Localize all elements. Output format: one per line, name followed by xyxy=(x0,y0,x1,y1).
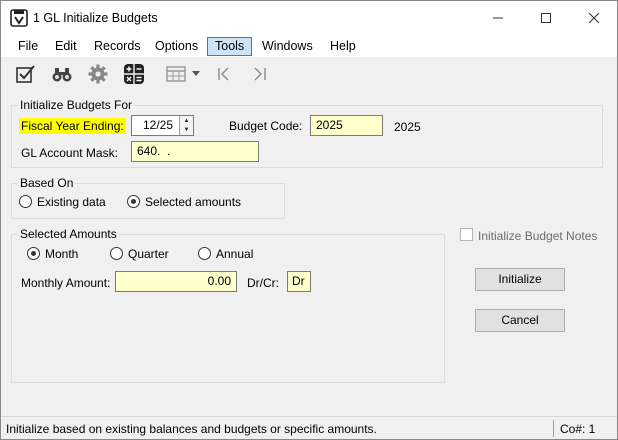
account-mask-label: GL Account Mask: xyxy=(21,146,118,160)
status-message: Initialize based on existing balances an… xyxy=(6,422,377,436)
last-record-button[interactable] xyxy=(247,61,273,87)
maximize-button[interactable] xyxy=(523,1,569,35)
company-number: Co#: 1 xyxy=(560,422,596,436)
initialize-budgets-legend: Initialize Budgets For xyxy=(20,98,133,112)
menu-options[interactable]: Options xyxy=(148,37,205,56)
initialize-button[interactable]: Initialize xyxy=(475,268,565,291)
checklist-icon xyxy=(16,65,35,83)
menu-bar: File Edit Records Options Tools Windows … xyxy=(1,35,617,57)
spin-up-icon[interactable]: ▲ xyxy=(180,116,193,125)
window-title: 1 GL Initialize Budgets xyxy=(33,11,158,25)
spin-down-icon[interactable]: ▼ xyxy=(180,125,193,134)
month-radio[interactable] xyxy=(27,247,40,260)
account-mask-field[interactable]: 640. . xyxy=(131,141,259,162)
month-label[interactable]: Month xyxy=(45,247,78,261)
close-button[interactable] xyxy=(571,1,617,35)
binoculars-icon xyxy=(52,68,72,82)
dropdown-arrow-icon xyxy=(192,71,200,76)
initialize-notes-checkbox[interactable] xyxy=(460,228,473,241)
monthly-amount-label: Monthly Amount: xyxy=(21,276,111,290)
app-icon xyxy=(10,9,28,27)
calculator-button[interactable] xyxy=(121,61,147,87)
gear-icon xyxy=(88,64,108,84)
first-record-icon xyxy=(218,67,229,81)
calculator-icon xyxy=(124,64,144,84)
budget-code-field[interactable]: 2025 xyxy=(310,115,383,136)
gl-initialize-budgets-window: 1 GL Initialize Budgets File Edit Record… xyxy=(0,0,618,440)
quarter-radio[interactable] xyxy=(110,247,123,260)
cancel-button[interactable]: Cancel xyxy=(475,309,565,332)
status-bar: Initialize based on existing balances an… xyxy=(1,416,617,439)
annual-radio[interactable] xyxy=(198,247,211,260)
menu-tools[interactable]: Tools xyxy=(207,37,253,56)
checklist-button[interactable] xyxy=(12,61,38,87)
toolbar xyxy=(1,58,617,90)
minimize-button[interactable] xyxy=(475,1,521,35)
menu-help[interactable]: Help xyxy=(323,37,363,56)
menu-windows[interactable]: Windows xyxy=(255,37,320,56)
fiscal-year-label: Fiscal Year Ending: xyxy=(19,118,126,134)
monthly-amount-field[interactable]: 0.00 xyxy=(115,271,237,292)
fiscal-year-spinner[interactable]: ▲ ▼ xyxy=(179,116,193,135)
based-on-legend: Based On xyxy=(20,176,74,190)
selected-amounts-label[interactable]: Selected amounts xyxy=(145,195,241,209)
find-button[interactable] xyxy=(49,61,75,87)
menu-edit[interactable]: Edit xyxy=(48,37,84,56)
first-record-button[interactable] xyxy=(212,61,238,87)
maximize-icon xyxy=(541,13,551,23)
menu-file[interactable]: File xyxy=(11,37,45,56)
grid-view-dropdown[interactable] xyxy=(189,61,203,87)
initialize-notes-label[interactable]: Initialize Budget Notes xyxy=(478,229,597,243)
existing-data-label[interactable]: Existing data xyxy=(37,195,106,209)
close-icon xyxy=(588,12,600,24)
title-bar: 1 GL Initialize Budgets xyxy=(1,1,617,35)
selected-amounts-legend: Selected Amounts xyxy=(20,227,117,241)
quarter-label[interactable]: Quarter xyxy=(128,247,169,261)
last-record-icon xyxy=(254,67,266,81)
drcr-field[interactable]: Dr xyxy=(287,271,311,292)
grid-icon xyxy=(166,66,186,82)
drcr-label: Dr/Cr: xyxy=(247,276,279,290)
status-divider xyxy=(553,420,554,437)
minimize-icon xyxy=(493,17,503,19)
menu-records[interactable]: Records xyxy=(87,37,148,56)
budget-code-label: Budget Code: xyxy=(229,119,303,133)
existing-data-radio[interactable] xyxy=(19,195,32,208)
form-area: Initialize Budgets For Fiscal Year Endin… xyxy=(1,90,617,416)
annual-label[interactable]: Annual xyxy=(216,247,253,261)
selected-amounts-radio[interactable] xyxy=(127,195,140,208)
grid-view-button[interactable] xyxy=(163,61,189,87)
budget-code-display: 2025 xyxy=(394,120,421,134)
settings-button[interactable] xyxy=(85,61,111,87)
